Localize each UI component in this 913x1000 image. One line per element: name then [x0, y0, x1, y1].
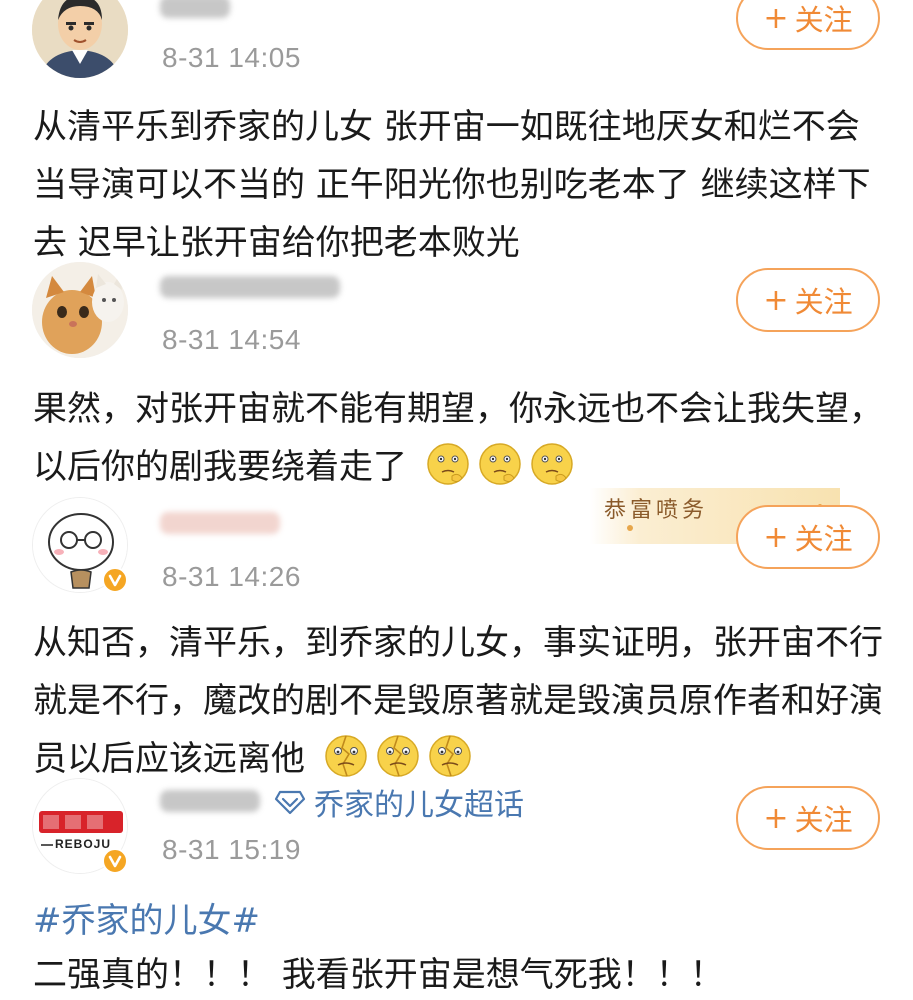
- post-timestamp: 8-31 15:19: [162, 834, 301, 865]
- username-blurred[interactable]: [160, 786, 260, 816]
- cartoon-man-avatar-icon: [32, 0, 128, 78]
- username-blurred[interactable]: [160, 272, 340, 302]
- comment-text-with-emojis: 从知否，清平乐，到乔家的儿女，事实证明，张开宙不行就是不行，魔改的剧不是毁原著就…: [33, 614, 883, 788]
- comment-text: 从清平乐到乔家的儿女 张开宙一如既往地厌女和烂不会当导演可以不当的 正午阳光你也…: [33, 107, 871, 263]
- super-topic-link[interactable]: 乔家的儿女超话: [274, 782, 524, 823]
- diamond-icon: [274, 790, 306, 815]
- user-avatar[interactable]: [32, 0, 128, 78]
- plus-icon: +: [763, 800, 789, 836]
- follow-label: 关注: [794, 803, 853, 837]
- plus-icon: +: [763, 282, 789, 318]
- cat-photo-avatar-icon: [32, 262, 128, 358]
- follow-button[interactable]: + 关注: [736, 268, 880, 332]
- username-blurred[interactable]: [160, 0, 230, 22]
- thinking-emoji-icon: [479, 443, 521, 485]
- verified-badge-icon: [102, 848, 128, 874]
- post-timestamp: 8-31 14:26: [162, 561, 301, 592]
- broken-heart-face-emoji-icon: [377, 735, 419, 777]
- thinking-emoji-icon: [531, 443, 573, 485]
- follow-label: 关注: [794, 522, 853, 556]
- broken-heart-face-emoji-icon: [429, 735, 471, 777]
- follow-button[interactable]: + 关注: [736, 786, 880, 850]
- follow-label: 关注: [794, 285, 853, 319]
- hashtag-link[interactable]: #乔家的儿女#: [33, 892, 260, 950]
- banner-text: 恭富喷务: [604, 498, 709, 523]
- user-avatar[interactable]: [32, 262, 128, 358]
- comment-text: 二强真的！！！ 我看张开宙是想气死我！！！: [33, 955, 724, 995]
- post-timestamp: 8-31 14:54: [162, 324, 301, 355]
- avatar-logo-text: REBOJU: [55, 837, 112, 851]
- broken-heart-face-emoji-icon: [325, 735, 367, 777]
- topic-name: 乔家的儿女超话: [314, 788, 524, 823]
- plus-icon: +: [763, 519, 789, 555]
- follow-button[interactable]: + 关注: [736, 505, 880, 569]
- follow-button[interactable]: + 关注: [736, 0, 880, 50]
- verified-badge-icon: [102, 567, 128, 593]
- thinking-emoji-icon: [427, 443, 469, 485]
- comment-feed: 8-31 14:05 + 关注 从清平乐到乔家的儿女 张开宙一如既往地厌女和烂不…: [0, 0, 913, 1000]
- post-timestamp: 8-31 14:05: [162, 42, 301, 73]
- plus-icon: +: [763, 0, 789, 36]
- comment-text-with-emojis: 果然，对张开宙就不能有期望，你永远也不会让我失望，以后你的剧我要绕着走了: [33, 380, 883, 496]
- follow-label: 关注: [794, 3, 853, 37]
- username-blurred[interactable]: [160, 508, 280, 538]
